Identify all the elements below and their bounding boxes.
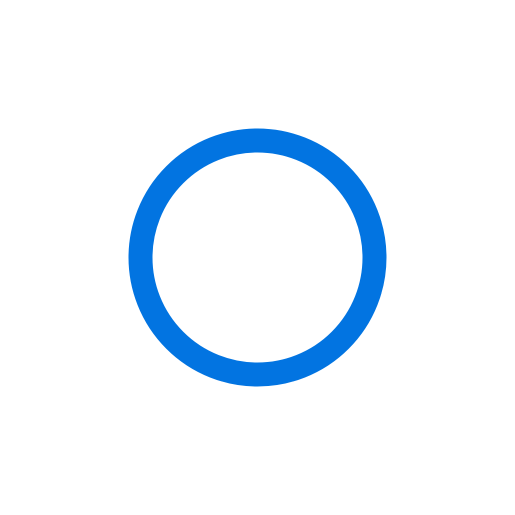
circle-outline-icon: [128, 128, 387, 387]
icon-canvas: [0, 0, 515, 515]
ring-stroke: [128, 128, 387, 387]
